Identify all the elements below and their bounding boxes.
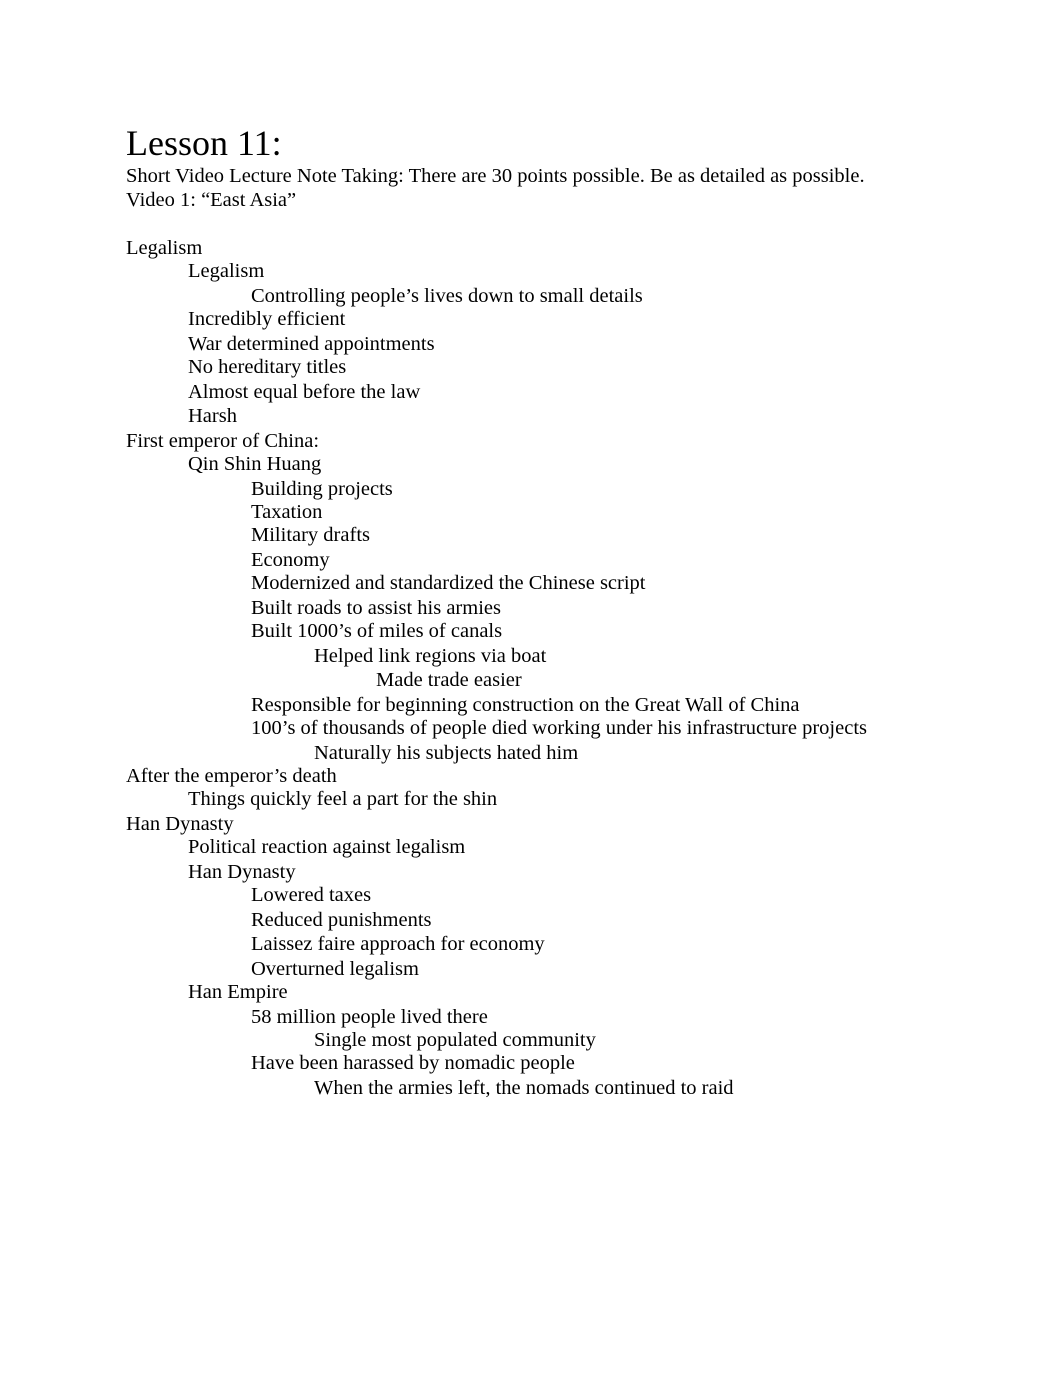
lesson-title: Lesson 11:: [126, 123, 282, 163]
note-line-level-2: Lowered taxes: [251, 884, 372, 906]
document-page: Lesson 11: Short Video Lecture Note Taki…: [0, 0, 1062, 1377]
note-line-level-2: Taxation: [251, 501, 323, 523]
note-line-level-1: Political reaction against legalism: [188, 836, 466, 858]
note-line-level-2: Have been harassed by nomadic people: [251, 1052, 575, 1074]
note-line-level-1: No hereditary titles: [188, 356, 347, 378]
note-line-level-2: Building projects: [251, 478, 393, 500]
note-line-level-2: Responsible for beginning construction o…: [251, 694, 800, 716]
note-line-level-1: War determined appointments: [188, 333, 435, 355]
note-line-level-3: Single most populated community: [314, 1029, 596, 1051]
note-line-level-2: Built roads to assist his armies: [251, 597, 501, 619]
note-line-level-4: Made trade easier: [376, 669, 522, 691]
note-line-level-1: Han Empire: [188, 981, 288, 1003]
note-line-level-3: When the armies left, the nomads continu…: [314, 1077, 734, 1099]
note-line-level-2: Modernized and standardized the Chinese …: [251, 572, 646, 594]
instructions-text: Short Video Lecture Note Taking: There a…: [126, 165, 865, 187]
note-line-level-0: Han Dynasty: [126, 813, 234, 835]
note-line-level-1: Qin Shin Huang: [188, 453, 322, 475]
note-line-level-2: Economy: [251, 549, 330, 571]
note-line-level-2: 58 million people lived there: [251, 1006, 488, 1028]
note-line-level-3: Helped link regions via boat: [314, 645, 547, 667]
note-line-level-0: After the emperor’s death: [126, 765, 337, 787]
video-label: Video 1: “East Asia”: [126, 189, 297, 211]
note-line-level-1: Han Dynasty: [188, 861, 296, 883]
note-line-level-0: Legalism: [126, 237, 203, 259]
note-line-level-1: Things quickly feel a part for the shin: [188, 788, 498, 810]
note-line-level-2: Built 1000’s of miles of canals: [251, 620, 503, 642]
note-line-level-1: Almost equal before the law: [188, 381, 421, 403]
note-line-level-1: Harsh: [188, 405, 237, 427]
note-line-level-2: Controlling people’s lives down to small…: [251, 285, 643, 307]
note-line-level-1: Incredibly efficient: [188, 308, 346, 330]
note-line-level-2: Overturned legalism: [251, 958, 419, 980]
note-line-level-3: Naturally his subjects hated him: [314, 742, 579, 764]
note-line-level-2: Reduced punishments: [251, 909, 432, 931]
note-line-level-2: Military drafts: [251, 524, 370, 546]
note-line-level-1: Legalism: [188, 260, 265, 282]
note-line-level-2: Laissez faire approach for economy: [251, 933, 545, 955]
note-line-level-0: First emperor of China:: [126, 430, 320, 452]
note-line-level-2: 100’s of thousands of people died workin…: [251, 717, 868, 739]
